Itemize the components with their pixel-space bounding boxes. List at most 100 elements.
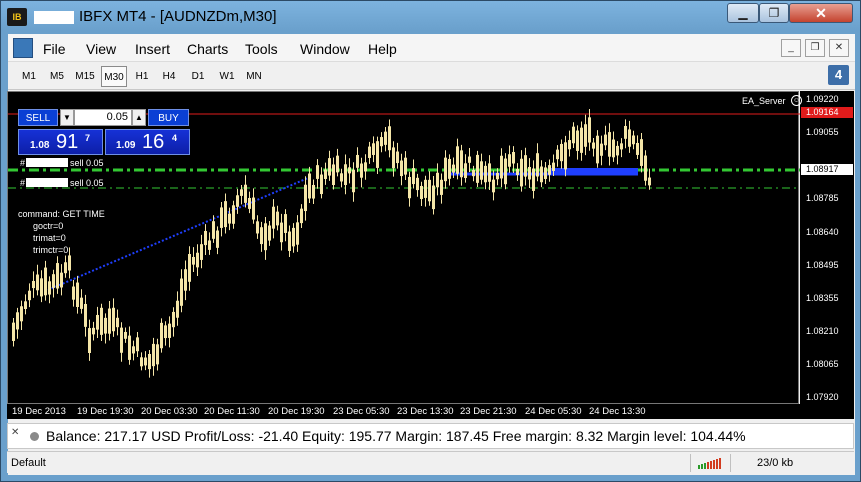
status-bar: Default 23/0 kb	[7, 451, 854, 473]
timeframe-m30[interactable]: M30	[101, 66, 127, 87]
candle-body	[256, 221, 259, 234]
candle-body	[88, 328, 91, 354]
timeframe-m5[interactable]: M5	[44, 66, 70, 87]
candle-body	[316, 165, 319, 179]
price-label: 1.08210	[806, 326, 839, 336]
menu-tools[interactable]: Tools	[245, 41, 278, 57]
candle-body	[612, 139, 615, 158]
chart-window-icon[interactable]	[13, 38, 33, 58]
candle-body	[508, 154, 511, 167]
account-summary-bar: ✕ Balance: 217.17 USD Profit/Loss: -21.4…	[7, 423, 854, 449]
buy-quote[interactable]: 1.09 16 4	[105, 129, 190, 155]
candle-body	[220, 207, 223, 228]
candle-body	[100, 307, 103, 335]
candle-body	[648, 177, 651, 186]
sell-quote-pips: 91	[56, 131, 79, 153]
candle-body	[216, 230, 219, 248]
candle-body	[528, 166, 531, 180]
candle-body	[128, 335, 131, 360]
candle-body	[392, 147, 395, 169]
candle-body	[152, 343, 155, 367]
maximize-button[interactable]: ❐	[759, 3, 789, 23]
candle-body	[28, 290, 31, 301]
candle-body	[192, 256, 195, 265]
status-divider	[690, 454, 691, 472]
price-axis: 1.09220 1.09164 1.09055 1.08917 1.08785 …	[800, 91, 854, 404]
mdi-restore-button[interactable]: ❐	[805, 39, 825, 57]
candle-body	[136, 337, 139, 352]
order-id-redaction	[26, 158, 68, 167]
candle-body	[440, 179, 443, 195]
candle-body	[604, 134, 607, 146]
candle-body	[608, 132, 611, 157]
alerts-badge[interactable]: 4	[828, 65, 849, 85]
menu-bar: File View Insert Charts Tools Window Hel…	[8, 34, 855, 62]
candle-body	[364, 162, 367, 172]
ea-var: goctr=0	[33, 221, 64, 231]
candle-body	[460, 150, 463, 178]
menu-help[interactable]: Help	[368, 41, 397, 57]
candle-body	[312, 184, 315, 199]
candle-body	[468, 156, 471, 163]
close-terminal-icon[interactable]: ✕	[11, 427, 19, 438]
price-label: 1.08065	[806, 359, 839, 369]
price-label: 1.09055	[806, 127, 839, 137]
candle-body	[144, 357, 147, 366]
menu-window[interactable]: Window	[300, 41, 350, 57]
candle-body	[396, 151, 399, 164]
candle-body	[164, 325, 167, 339]
candle-body	[408, 176, 411, 199]
sell-quote[interactable]: 1.08 91 7	[18, 129, 103, 155]
candle-body	[96, 314, 99, 330]
candle-body	[580, 127, 583, 153]
timeframe-d1[interactable]: D1	[185, 66, 211, 87]
timeframe-w1[interactable]: W1	[214, 66, 240, 87]
candle-body	[160, 322, 163, 349]
close-button[interactable]: ✕	[789, 3, 853, 23]
candle-body	[248, 197, 251, 209]
time-label: 20 Dec 03:30	[141, 406, 198, 417]
order-line-label: sell 0.05	[70, 178, 104, 188]
timeframe-m1[interactable]: M1	[16, 66, 42, 87]
candle-body	[132, 346, 135, 354]
candle-body	[80, 297, 83, 309]
mdi-minimize-button[interactable]: _	[781, 39, 801, 57]
candle-body	[388, 126, 391, 151]
menu-file[interactable]: File	[43, 41, 66, 57]
candle-body	[360, 163, 363, 178]
candle-body	[532, 168, 535, 191]
time-label: 20 Dec 19:30	[268, 406, 325, 417]
candle-body	[156, 344, 159, 365]
timeframe-h1[interactable]: H1	[129, 66, 155, 87]
menu-charts[interactable]: Charts	[187, 41, 228, 57]
candle-body	[512, 152, 515, 164]
candle-body	[300, 208, 303, 224]
candle-body	[484, 165, 487, 183]
candle-body	[92, 327, 95, 335]
buy-button[interactable]: BUY	[148, 109, 189, 126]
lot-decrease-button[interactable]: ▼	[60, 109, 74, 126]
minimize-button[interactable]: ▁	[727, 3, 759, 23]
candle-body	[16, 312, 19, 330]
lot-increase-button[interactable]: ▲	[132, 109, 146, 126]
candle-body	[488, 163, 491, 182]
mdi-close-button[interactable]: ✕	[829, 39, 849, 57]
time-label: 20 Dec 11:30	[204, 406, 260, 417]
timeframe-h4[interactable]: H4	[156, 66, 182, 87]
order-prefix: #	[20, 158, 26, 168]
candle-body	[268, 225, 271, 241]
lot-size-input[interactable]: 0.05	[74, 109, 132, 126]
timeframe-mn[interactable]: MN	[241, 66, 267, 87]
candle-body	[124, 331, 127, 339]
candle-body	[12, 322, 15, 341]
candle-body	[308, 173, 311, 199]
sell-button[interactable]: SELL	[18, 109, 58, 126]
candle-body	[456, 146, 459, 174]
menu-view[interactable]: View	[86, 41, 116, 57]
timeframe-toolbar: M1 M5 M15 M30 H1 H4 D1 W1 MN 4	[8, 62, 855, 90]
candle-body	[64, 262, 67, 274]
candle-body	[412, 168, 415, 185]
menu-insert[interactable]: Insert	[135, 41, 170, 57]
candle-body	[272, 206, 275, 229]
timeframe-m15[interactable]: M15	[72, 66, 98, 87]
